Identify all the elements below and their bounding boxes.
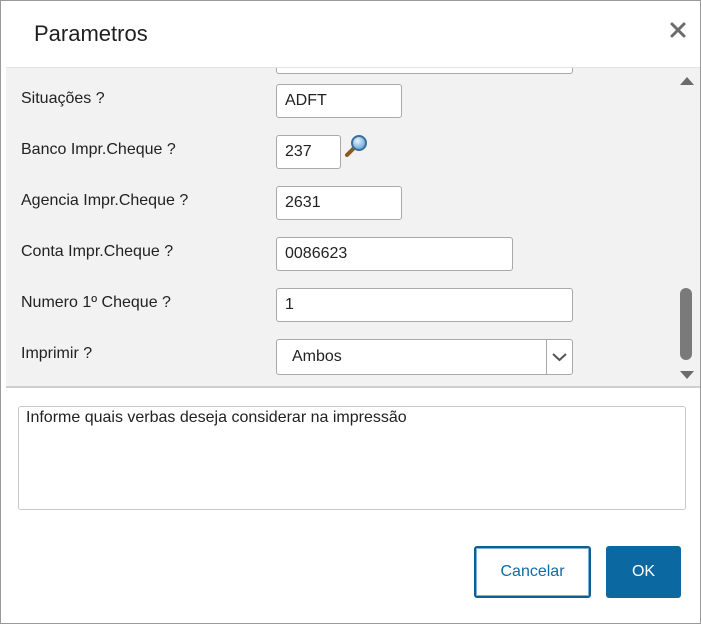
conta-input[interactable] xyxy=(276,237,513,271)
scroll-up-arrow-icon[interactable] xyxy=(679,74,695,88)
dialog-title: Parametros xyxy=(34,21,148,46)
help-text-box: Informe quais verbas deseja considerar n… xyxy=(18,406,686,510)
situacoes-input[interactable] xyxy=(276,84,402,118)
cancel-button[interactable]: Cancelar xyxy=(474,546,591,598)
agencia-input[interactable] xyxy=(276,186,402,220)
magnifier-icon[interactable] xyxy=(344,133,370,159)
param-label-banco: Banco Impr.Cheque ? xyxy=(21,141,176,158)
close-icon[interactable] xyxy=(665,17,691,43)
parameters-dialog: Parametros Situações ? Banco Impr.Cheque… xyxy=(0,0,701,624)
parameters-panel[interactable]: Situações ? Banco Impr.Cheque ? xyxy=(6,67,700,388)
param-row-conta: Conta Impr.Cheque ? xyxy=(6,237,676,283)
param-row-numero: Numero 1º Cheque ? xyxy=(6,288,676,334)
previous-field-input[interactable] xyxy=(276,68,573,74)
chevron-down-icon[interactable] xyxy=(546,340,572,374)
numero-cheque-input[interactable] xyxy=(276,288,573,322)
param-label-agencia: Agencia Impr.Cheque ? xyxy=(21,192,189,209)
imprimir-select[interactable]: Ambos xyxy=(276,339,573,375)
imprimir-select-value: Ambos xyxy=(292,348,342,365)
param-label-numero: Numero 1º Cheque ? xyxy=(21,294,171,311)
scroll-down-arrow-icon[interactable] xyxy=(679,368,695,382)
param-row-agencia: Agencia Impr.Cheque ? xyxy=(6,186,676,232)
param-label-imprimir: Imprimir ? xyxy=(21,345,93,362)
banco-input[interactable] xyxy=(276,135,341,169)
param-label-conta: Conta Impr.Cheque ? xyxy=(21,243,174,260)
param-row-banco: Banco Impr.Cheque ? xyxy=(6,135,676,181)
param-row-situacoes: Situações ? xyxy=(6,84,676,130)
scrollbar-thumb[interactable] xyxy=(680,288,692,360)
param-row-imprimir: Imprimir ? Ambos xyxy=(6,339,676,385)
ok-button[interactable]: OK xyxy=(606,546,681,598)
param-label-situacoes: Situações ? xyxy=(21,90,105,107)
dialog-header: Parametros xyxy=(1,1,700,67)
